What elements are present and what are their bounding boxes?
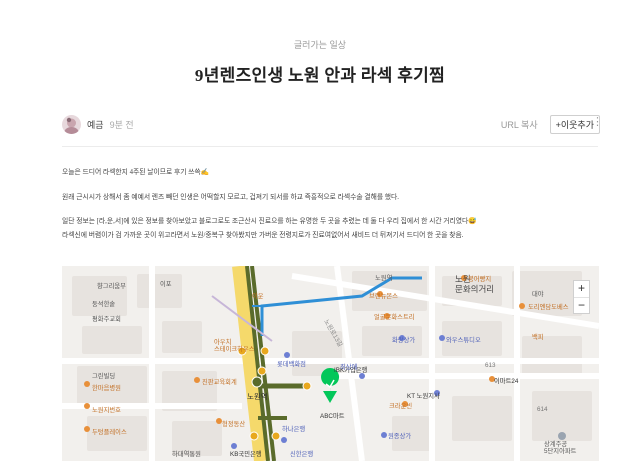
map-label-jinhwa: 진판교육회계 — [202, 377, 237, 386]
map-label-hanmaum: 한마음병원 — [92, 383, 121, 392]
header-divider — [62, 146, 598, 147]
post-title: 9년렌즈인생 노원 안과 라섹 후기찜 — [194, 66, 446, 85]
map-label-eolgul: 얼굴문화스트리 — [374, 312, 415, 321]
map-label-pyeonghwa: 평화주교회 — [92, 314, 121, 323]
map-zoom-control: + − — [573, 280, 590, 314]
paragraph-2: 원래 근시시가 상해서 좀 예예서 렌즈 빼던 인생은 어떡할지 모르고, 겁져… — [62, 194, 399, 201]
map-label-ipo-food: 이운 — [252, 291, 264, 300]
map-label-nowon-station: 노원역 — [375, 273, 392, 282]
map-label-wonjong: 원종상가 — [388, 431, 411, 440]
map-label-bungeo: 붕어빵지 — [468, 274, 491, 283]
paragraph-3: 일단 정보는 [라,운,서]에 있은 정보를 찾아보았고 블로그로도 조근산시 … — [62, 218, 477, 225]
map-view[interactable]: 노원역 노원 문화의거리 브랜뉴몬스 얼굴문화스트리 화랑상가 와우스튜디오 붕어… — [62, 266, 599, 461]
map-label-hyeongjeong: 형정동산 — [222, 419, 245, 428]
map-label-hana: 하나은행 — [282, 424, 305, 433]
map-label-dong: 최상애 — [340, 362, 358, 371]
paragraph-4: 라섹신에 버렴이가 검 가까운 곳이 위고라면서 노원/중복구 찾아봤지만 가버… — [62, 232, 464, 239]
post-actions: URL 복사 +이웃추가 — [501, 115, 600, 134]
map-label-baekpaek: 백피 — [532, 332, 544, 341]
map-label-brand: 브랜뉴몬스 — [369, 291, 398, 300]
author-name[interactable]: 예금 — [87, 118, 104, 131]
map-label-daeya: 대야 — [532, 289, 544, 298]
map-label-613: 613 — [485, 362, 496, 369]
map-label-nowon-center: 노원역 — [247, 391, 268, 401]
map-label-kb: KB국민은행 — [230, 449, 262, 458]
map-label-dori: 도리엔담도베스 — [528, 302, 569, 311]
zoom-out-button[interactable]: − — [574, 297, 589, 313]
more-menu-icon[interactable]: ⋮ — [592, 116, 603, 128]
map-label-nowon-big: 노원지번호 — [92, 405, 121, 414]
map-label-lotte: 롯데백화점 — [277, 359, 306, 368]
map-label-crown: 크라운빈 — [389, 401, 412, 410]
map-label-sangye: 상계주공 5단지아파트 — [544, 439, 577, 455]
map-label-duteng: 두텅플레이스 — [92, 427, 127, 436]
map-label-emart: 이마트24 — [494, 376, 519, 385]
map-label-dudan: 하대역통원 — [172, 449, 201, 458]
map-label-wausu: 와우스튜디오 — [446, 335, 481, 344]
map-label-deulseok: 둥석한솥 — [92, 299, 115, 308]
post-time: 9분 전 — [109, 119, 134, 130]
post-category[interactable]: 글러가는 일상 — [0, 38, 640, 51]
paragraph-1: 오늘은 드디어 라섹한지 4주된 날이므로 후기 쓰쓱✍ — [62, 169, 210, 176]
map-label-hwarang: 화랑상가 — [392, 335, 415, 344]
map-label-614: 614 — [537, 406, 548, 413]
map-label-ipo: 이포 — [160, 279, 172, 288]
map-label-kt: KT 노원지사 — [407, 391, 440, 400]
avatar[interactable] — [62, 114, 81, 134]
url-copy-button[interactable]: URL 복사 — [501, 118, 538, 131]
map-label-hyangsseu: 향그리움부 — [97, 281, 126, 290]
zoom-in-button[interactable]: + — [574, 281, 589, 297]
map-label-abc: ABC마트 — [320, 411, 345, 420]
author-info: 예금 9분 전 — [62, 114, 134, 134]
map-label-green-bldg: 그린빌딩 — [92, 371, 115, 380]
map-label-sinhan: 신한은행 — [290, 449, 313, 458]
